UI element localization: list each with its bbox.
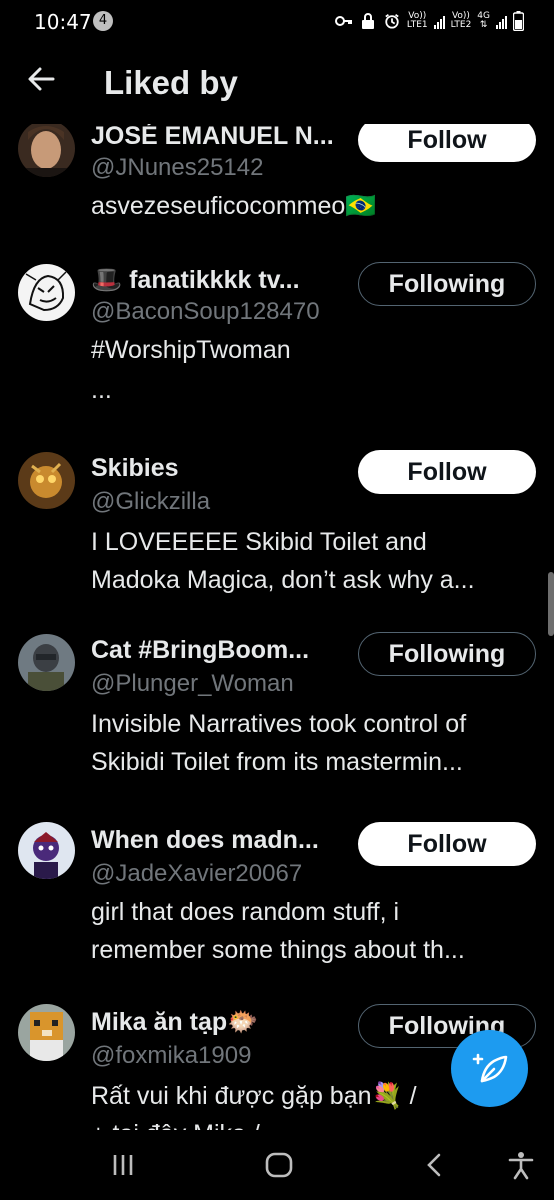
user-handle[interactable]: @Glickzilla: [91, 488, 210, 516]
key-icon: [334, 16, 352, 26]
avatar[interactable]: [18, 634, 75, 691]
liked-by-list[interactable]: JOSÉ EMANUEL N... @JNunes25142 asvezeseu…: [0, 124, 554, 1130]
user-bio: asvezeseuficocommeo🇧🇷: [91, 192, 377, 220]
signal-icon: [433, 13, 445, 29]
user-name[interactable]: Mika ăn tạp🐡: [91, 1008, 258, 1037]
avatar[interactable]: [18, 822, 75, 879]
back-button[interactable]: [418, 1148, 452, 1182]
accessibility-button[interactable]: [504, 1148, 538, 1182]
user-handle[interactable]: @foxmika1909: [91, 1042, 251, 1070]
lock-icon: [361, 13, 374, 29]
recents-button[interactable]: [106, 1148, 140, 1182]
signal-icon-2: [496, 13, 507, 29]
status-bar: 10:47 4 Vo)) LTE1 Vo)) LTE2 4G ⇅: [0, 0, 554, 44]
avatar[interactable]: [18, 124, 75, 177]
user-bio: Madoka Magica, don’t ask why a...: [91, 566, 475, 594]
following-button[interactable]: Following: [358, 262, 536, 306]
user-handle[interactable]: @JNunes25142: [91, 154, 263, 182]
home-icon: [265, 1152, 293, 1178]
network-type: 4G ⇅: [477, 11, 490, 30]
home-button[interactable]: [262, 1148, 296, 1182]
accessibility-icon: [508, 1152, 534, 1180]
back-icon: [427, 1153, 441, 1177]
scrollbar-thumb[interactable]: [548, 572, 554, 636]
user-name[interactable]: When does madn...: [91, 826, 319, 855]
sim1-volte: Vo)) LTE1: [406, 11, 428, 30]
user-bio: Invisible Narratives took control of: [91, 710, 467, 738]
user-bio: Skibidi Toilet from its mastermin...: [91, 748, 463, 776]
user-bio: + tại đây Mika /: [91, 1116, 260, 1130]
user-handle[interactable]: @JadeXavier20067: [91, 860, 302, 888]
top-app-bar: Liked by: [0, 44, 554, 124]
user-name[interactable]: Skibies: [91, 454, 179, 483]
follow-button[interactable]: Follow: [358, 822, 536, 866]
status-icons: Vo)) LTE1 Vo)) LTE2 4G ⇅: [334, 10, 524, 32]
following-button[interactable]: Following: [358, 632, 536, 676]
page-title: Liked by: [104, 64, 238, 101]
avatar[interactable]: [18, 1004, 75, 1061]
user-name[interactable]: 🎩 fanatikkkk tv...: [91, 266, 300, 295]
arrow-left-icon[interactable]: [26, 64, 56, 94]
recents-icon: [113, 1155, 133, 1175]
user-bio: remember some things about th...: [91, 936, 465, 964]
compose-post-icon: [472, 1053, 507, 1082]
status-time: 10:47: [34, 10, 92, 34]
avatar[interactable]: [18, 264, 75, 321]
alarm-icon: [385, 14, 399, 29]
top-hat-emoji: 🎩: [91, 266, 123, 294]
compose-button[interactable]: [451, 1030, 528, 1107]
notification-count-badge: 4: [93, 11, 113, 31]
avatar[interactable]: [18, 452, 75, 509]
user-bio: #WorshipTwoman: [91, 336, 291, 364]
user-bio: I LOVEEEEE Skibid Toilet and: [91, 528, 427, 556]
user-handle[interactable]: @BaconSoup128470: [91, 298, 320, 326]
user-bio-more: ...: [91, 376, 112, 404]
follow-button[interactable]: Follow: [358, 124, 536, 162]
sim2-volte: Vo)) LTE2: [450, 11, 472, 30]
system-navigation-bar: [0, 1130, 554, 1200]
battery-icon: [513, 11, 524, 31]
user-handle[interactable]: @Plunger_Woman: [91, 670, 294, 698]
user-name[interactable]: JOSÉ EMANUEL N...: [91, 124, 334, 151]
user-name[interactable]: Cat #BringBoom...: [91, 636, 309, 665]
user-bio: Rất vui khi được gặp bạn💐 /: [91, 1082, 417, 1110]
user-bio: girl that does random stuff, i: [91, 898, 400, 926]
follow-button[interactable]: Follow: [358, 450, 536, 494]
